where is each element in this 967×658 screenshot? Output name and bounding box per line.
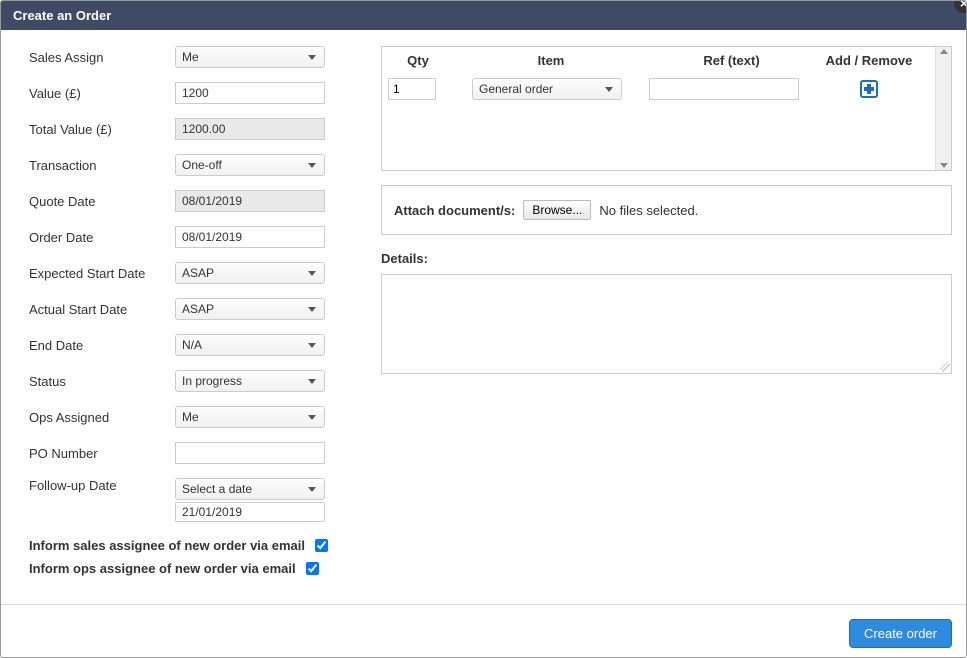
left-column: Sales Assign Me Value (£) Total Value (£… xyxy=(29,46,349,578)
attach-section: Attach document/s: Browse... No files se… xyxy=(381,185,952,235)
po-number-label: PO Number xyxy=(29,446,175,461)
expected-start-label: Expected Start Date xyxy=(29,266,175,281)
actual-start-select[interactable]: ASAP xyxy=(175,298,325,320)
actual-start-label: Actual Start Date xyxy=(29,302,175,317)
end-date-select[interactable]: N/A xyxy=(175,334,325,356)
dialog-footer: Create order xyxy=(1,604,966,648)
item-select[interactable]: General order xyxy=(472,78,622,100)
scroll-up-icon[interactable] xyxy=(940,49,948,54)
details-label: Details: xyxy=(381,251,952,266)
sales-assign-label: Sales Assign xyxy=(29,50,175,65)
header-addrem: Add / Remove xyxy=(809,53,929,68)
ref-input[interactable] xyxy=(649,78,799,100)
end-date-label: End Date xyxy=(29,338,175,353)
right-column: Qty Item Ref (text) Add / Remove General… xyxy=(381,46,952,578)
inform-ops-label: Inform ops assignee of new order via ema… xyxy=(29,561,296,576)
qty-input[interactable] xyxy=(388,78,436,100)
details-textarea[interactable] xyxy=(381,274,952,374)
status-label: Status xyxy=(29,374,175,389)
quote-date-display xyxy=(175,190,325,212)
dialog-title: Create an Order xyxy=(1,1,966,30)
grid-scrollbar[interactable] xyxy=(935,47,951,170)
order-date-label: Order Date xyxy=(29,230,175,245)
followup-label: Follow-up Date xyxy=(29,478,175,493)
plus-icon[interactable] xyxy=(860,80,878,98)
ops-assigned-select[interactable]: Me xyxy=(175,406,325,428)
transaction-select[interactable]: One-off xyxy=(175,154,325,176)
followup-date-input[interactable] xyxy=(175,502,325,522)
header-ref: Ref (text) xyxy=(654,53,809,68)
header-qty: Qty xyxy=(388,53,448,68)
ops-assigned-label: Ops Assigned xyxy=(29,410,175,425)
po-number-input[interactable] xyxy=(175,442,325,464)
header-item: Item xyxy=(448,53,654,68)
followup-select[interactable]: Select a date xyxy=(175,478,325,500)
order-date-input[interactable] xyxy=(175,226,325,248)
sales-assign-select[interactable]: Me xyxy=(175,46,325,68)
resize-handle-icon[interactable] xyxy=(940,362,950,372)
inform-sales-checkbox[interactable] xyxy=(315,539,328,552)
status-select[interactable]: In progress xyxy=(175,370,325,392)
expected-start-select[interactable]: ASAP xyxy=(175,262,325,284)
transaction-label: Transaction xyxy=(29,158,175,173)
create-order-button[interactable]: Create order xyxy=(849,619,952,648)
attach-label: Attach document/s: xyxy=(394,203,515,218)
inform-sales-label: Inform sales assignee of new order via e… xyxy=(29,538,305,553)
total-value-label: Total Value (£) xyxy=(29,122,175,137)
value-label: Value (£) xyxy=(29,86,175,101)
inform-ops-checkbox[interactable] xyxy=(306,562,319,575)
attach-status: No files selected. xyxy=(599,203,698,218)
browse-button[interactable]: Browse... xyxy=(523,200,591,220)
total-value-display xyxy=(175,118,325,140)
create-order-dialog: × Create an Order Sales Assign Me Value … xyxy=(0,0,967,658)
quote-date-label: Quote Date xyxy=(29,194,175,209)
table-row: General order xyxy=(388,78,929,100)
line-items-grid: Qty Item Ref (text) Add / Remove General… xyxy=(381,46,952,171)
scroll-down-icon[interactable] xyxy=(940,163,948,168)
value-input[interactable] xyxy=(175,82,325,104)
